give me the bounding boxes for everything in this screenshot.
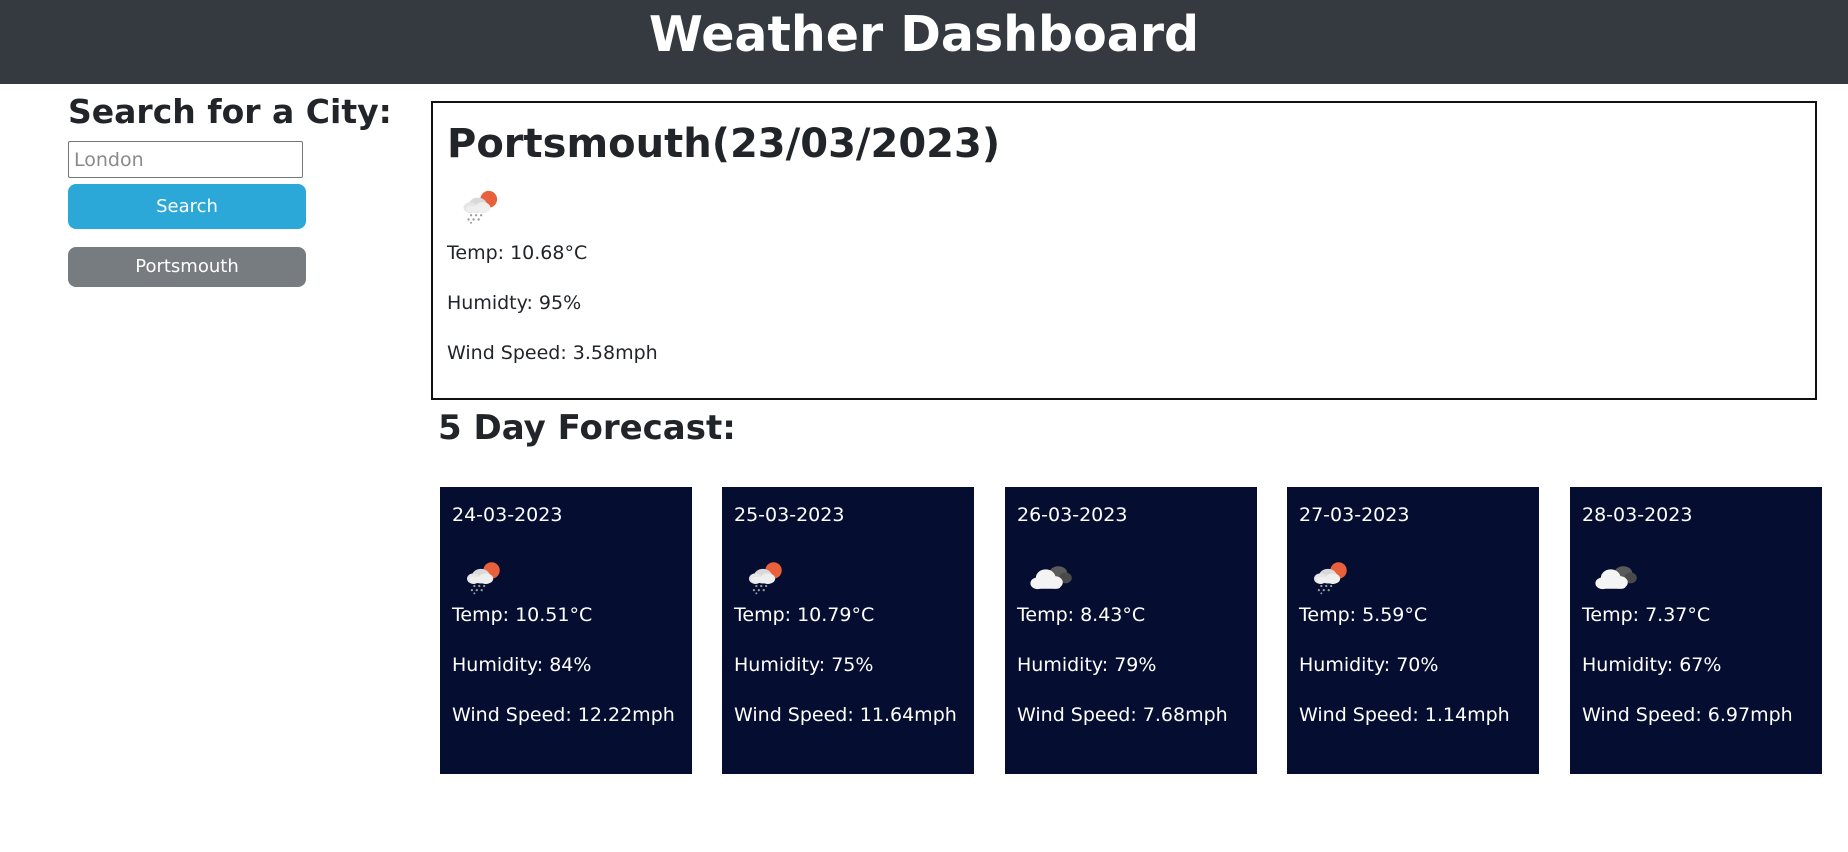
- forecast-humidity: Humidity: 79%: [1017, 654, 1157, 676]
- forecast-temp: Temp: 10.51°C: [452, 604, 593, 626]
- light-rain-sun-icon: [1311, 559, 1353, 595]
- forecast-temp: Temp: 10.79°C: [734, 604, 875, 626]
- forecast-date: 24-03-2023: [452, 504, 563, 526]
- forecast-date: 26-03-2023: [1017, 504, 1128, 526]
- history-button-portsmouth[interactable]: Portsmouth: [68, 247, 306, 287]
- forecast-card: 24-03-2023 Temp: 10.51°C Humidity: 84% W…: [440, 487, 692, 774]
- current-city-title: Portsmouth(23/03/2023): [447, 121, 1001, 167]
- city-search-input[interactable]: [68, 141, 303, 178]
- forecast-card: 28-03-2023 Temp: 7.37°C Humidity: 67% Wi…: [1570, 487, 1822, 774]
- forecast-wind: Wind Speed: 12.22mph: [452, 704, 675, 726]
- forecast-card: 26-03-2023 Temp: 8.43°C Humidity: 79% Wi…: [1005, 487, 1257, 774]
- forecast-heading: 5 Day Forecast:: [438, 408, 736, 448]
- forecast-date: 28-03-2023: [1582, 504, 1693, 526]
- search-button[interactable]: Search: [68, 184, 306, 229]
- light-rain-sun-icon: [746, 559, 788, 595]
- forecast-wind: Wind Speed: 11.64mph: [734, 704, 957, 726]
- forecast-date: 25-03-2023: [734, 504, 845, 526]
- forecast-date: 27-03-2023: [1299, 504, 1410, 526]
- light-rain-sun-icon: [461, 187, 503, 225]
- forecast-humidity: Humidity: 70%: [1299, 654, 1439, 676]
- forecast-card: 27-03-2023 Temp: 5.59°C Humidity: 70% Wi…: [1287, 487, 1539, 774]
- current-temp: Temp: 10.68°C: [447, 242, 588, 264]
- app-header: Weather Dashboard: [0, 0, 1848, 84]
- forecast-humidity: Humidity: 67%: [1582, 654, 1722, 676]
- forecast-temp: Temp: 8.43°C: [1017, 604, 1146, 626]
- current-humidity: Humidty: 95%: [447, 292, 582, 314]
- forecast-wind: Wind Speed: 7.68mph: [1017, 704, 1228, 726]
- forecast-card: 25-03-2023 Temp: 10.79°C Humidity: 75% W…: [722, 487, 974, 774]
- broken-clouds-icon: [1029, 559, 1075, 595]
- current-wind: Wind Speed: 3.58mph: [447, 342, 658, 364]
- forecast-wind: Wind Speed: 1.14mph: [1299, 704, 1510, 726]
- current-weather-panel: Portsmouth(23/03/2023) Temp: 10.68°C Hum…: [431, 101, 1817, 400]
- page-title: Weather Dashboard: [648, 6, 1200, 63]
- forecast-temp: Temp: 7.37°C: [1582, 604, 1711, 626]
- forecast-wind: Wind Speed: 6.97mph: [1582, 704, 1793, 726]
- forecast-temp: Temp: 5.59°C: [1299, 604, 1428, 626]
- forecast-humidity: Humidity: 75%: [734, 654, 874, 676]
- light-rain-sun-icon: [464, 559, 506, 595]
- search-heading: Search for a City:: [68, 92, 392, 131]
- forecast-humidity: Humidity: 84%: [452, 654, 592, 676]
- broken-clouds-icon: [1594, 559, 1640, 595]
